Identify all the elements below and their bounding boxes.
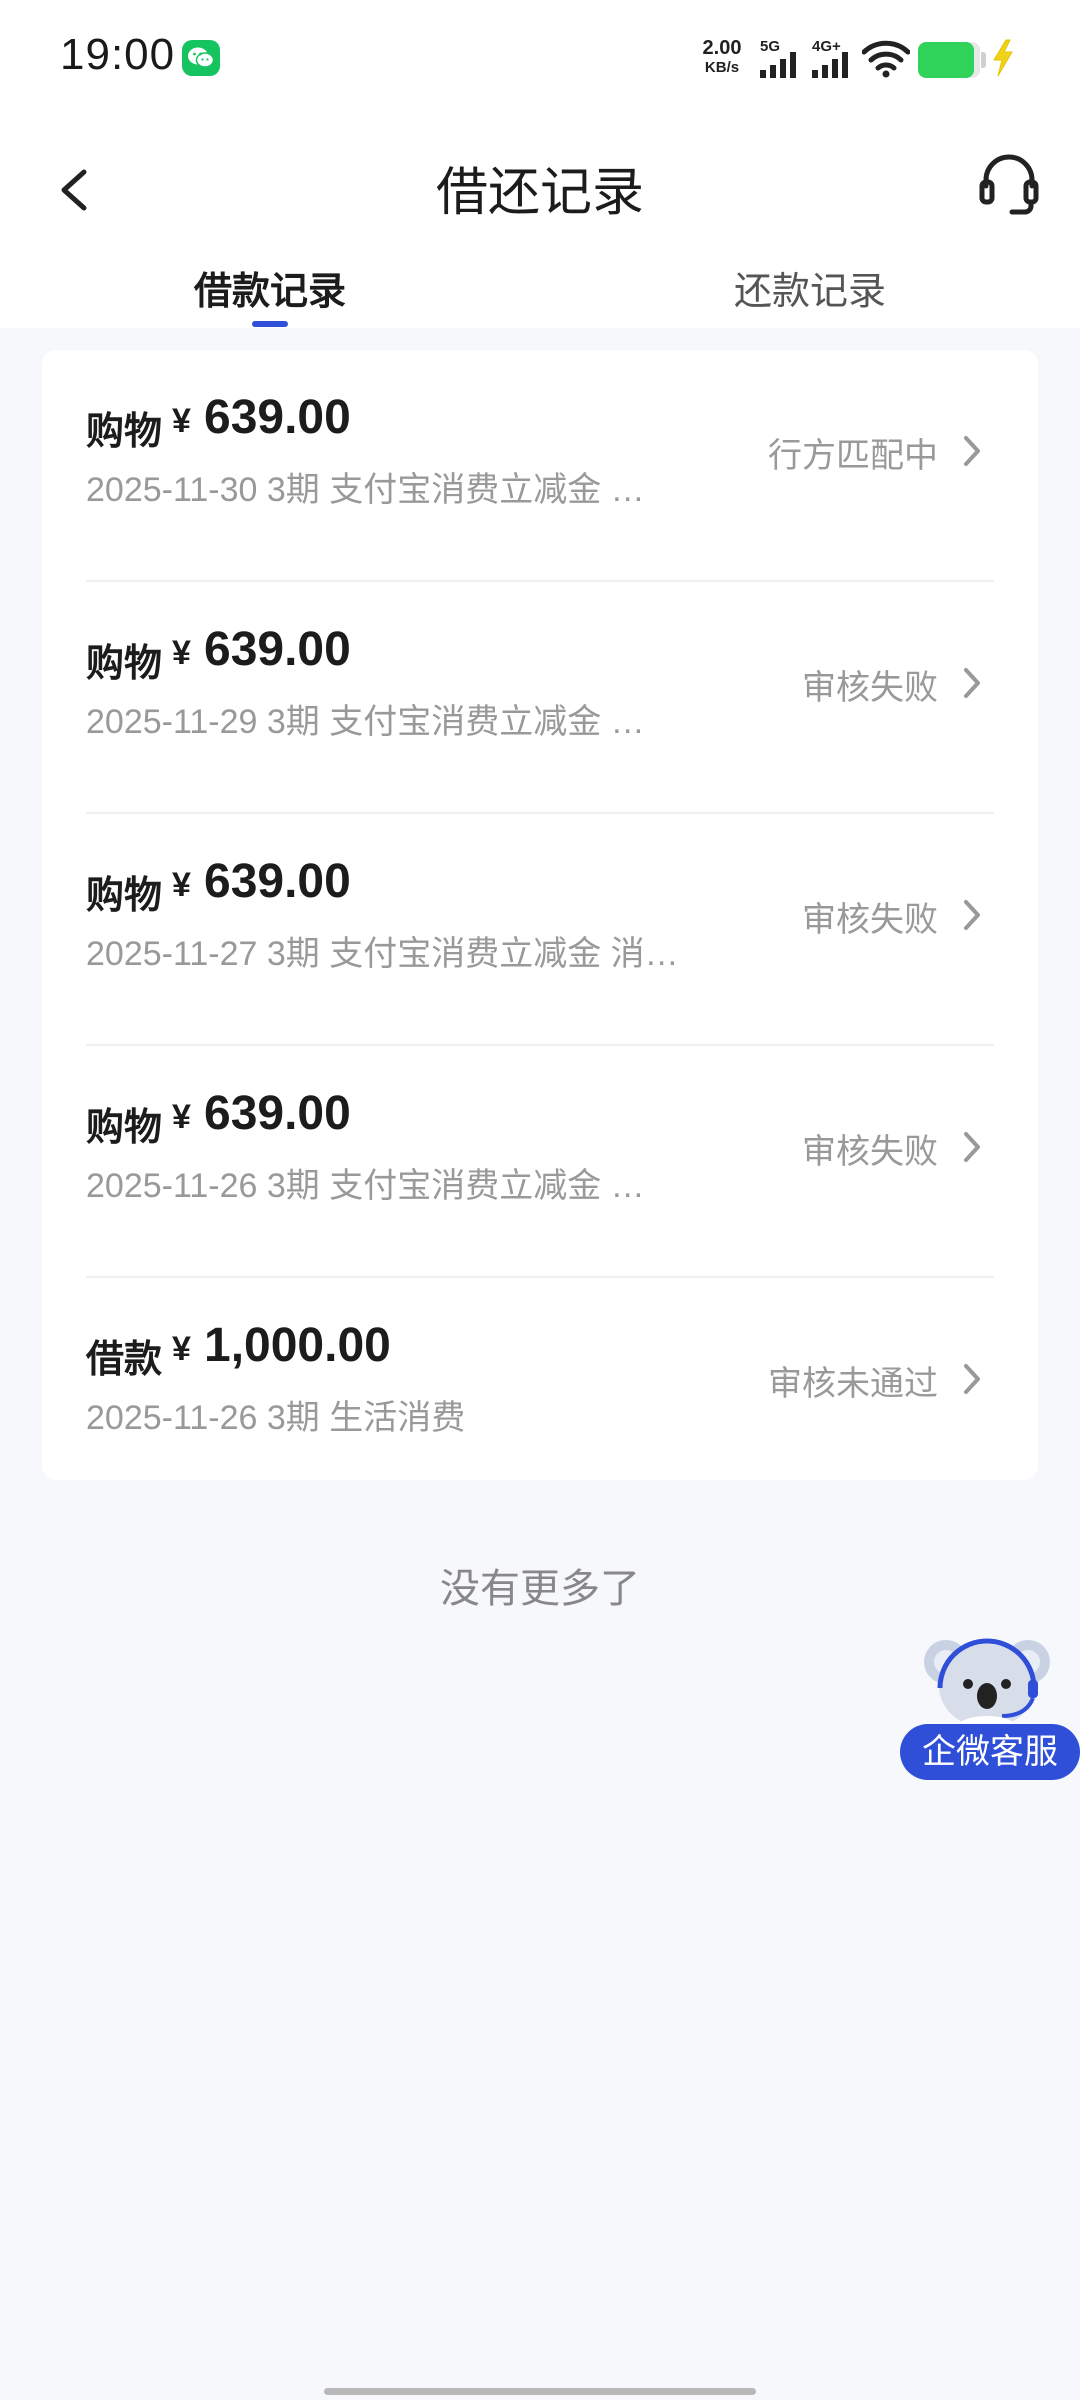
signal-2-icon	[812, 52, 848, 78]
battery-tip	[981, 52, 986, 68]
record-detail: 2025-11-27 3期 支付宝消费立减金 消…	[86, 935, 679, 973]
record-item[interactable]: 购物 ¥ 639.00 2025-11-30 3期 支付宝消费立减金 … 行方匹…	[42, 350, 1038, 582]
record-detail: 2025-11-26 3期 支付宝消费立减金 …	[86, 1167, 645, 1205]
record-amount: 639.00	[204, 623, 351, 676]
record-type: 购物	[86, 643, 163, 685]
wifi-icon	[862, 40, 910, 78]
chevron-right-icon	[964, 1132, 980, 1162]
status-bar: 19:00 2.00 KB/s 5G 4G+	[0, 0, 1080, 120]
chevron-right-icon	[964, 900, 980, 930]
home-indicator[interactable]	[324, 2388, 756, 2395]
tab-borrow-records[interactable]: 借款记录	[120, 260, 420, 315]
record-status: 审核失败	[802, 901, 938, 939]
enterprise-wechat-service-button[interactable]: 企微客服	[898, 1628, 1080, 1780]
active-tab-indicator	[252, 321, 288, 327]
network-speed-value: 2.00	[702, 37, 742, 59]
record-status: 行方匹配中	[768, 437, 938, 475]
charging-bolt-icon	[993, 39, 1013, 77]
record-currency: ¥	[172, 402, 191, 440]
record-type: 购物	[86, 1107, 163, 1149]
chevron-right-icon	[964, 436, 980, 466]
no-more-text: 没有更多了	[440, 1567, 640, 1611]
network-speed-unit: KB/s	[704, 59, 740, 76]
battery-icon	[918, 42, 980, 78]
record-detail: 2025-11-26 3期 生活消费	[86, 1399, 466, 1437]
battery-level	[918, 42, 974, 78]
record-status: 审核未通过	[768, 1365, 938, 1403]
record-item[interactable]: 借款 ¥ 1,000.00 2025-11-26 3期 生活消费 审核未通过	[42, 1278, 1038, 1510]
record-amount: 1,000.00	[204, 1319, 391, 1372]
koala-mascot-icon	[924, 1638, 1050, 1736]
chevron-right-icon	[964, 668, 980, 698]
record-currency: ¥	[172, 866, 191, 904]
headset-icon	[979, 154, 1039, 215]
record-type: 购物	[86, 875, 163, 917]
tab-repay-records[interactable]: 还款记录	[660, 260, 960, 315]
record-currency: ¥	[172, 634, 191, 672]
customer-service-button[interactable]	[978, 152, 1040, 218]
record-amount: 639.00	[204, 1087, 351, 1140]
status-time: 19:00	[60, 30, 176, 79]
record-item[interactable]: 购物 ¥ 639.00 2025-11-27 3期 支付宝消费立减金 消… 审核…	[42, 814, 1038, 1046]
chevron-right-icon	[964, 1364, 980, 1394]
record-item[interactable]: 购物 ¥ 639.00 2025-11-29 3期 支付宝消费立减金 … 审核失…	[42, 582, 1038, 814]
record-status: 审核失败	[802, 669, 938, 707]
record-type: 购物	[86, 411, 163, 453]
service-widget-label: 企微客服	[900, 1724, 1080, 1780]
record-status: 审核失败	[802, 1133, 938, 1171]
page-title: 借还记录	[435, 164, 644, 222]
record-item[interactable]: 购物 ¥ 639.00 2025-11-26 3期 支付宝消费立减金 … 审核失…	[42, 1046, 1038, 1278]
record-amount: 639.00	[204, 391, 351, 444]
record-type: 借款	[86, 1339, 163, 1381]
wechat-notification-icon	[182, 40, 220, 76]
record-detail: 2025-11-29 3期 支付宝消费立减金 …	[86, 703, 645, 741]
record-currency: ¥	[172, 1098, 191, 1136]
record-currency: ¥	[172, 1330, 191, 1368]
header: 借还记录 借款记录 还款记录	[0, 120, 1080, 328]
signal-1-icon	[760, 52, 796, 78]
record-amount: 639.00	[204, 855, 351, 908]
network-speed: 2.00 KB/s	[694, 38, 750, 78]
record-detail: 2025-11-30 3期 支付宝消费立减金 …	[86, 471, 645, 509]
records-list: 购物 ¥ 639.00 2025-11-30 3期 支付宝消费立减金 … 行方匹…	[42, 350, 1038, 1480]
